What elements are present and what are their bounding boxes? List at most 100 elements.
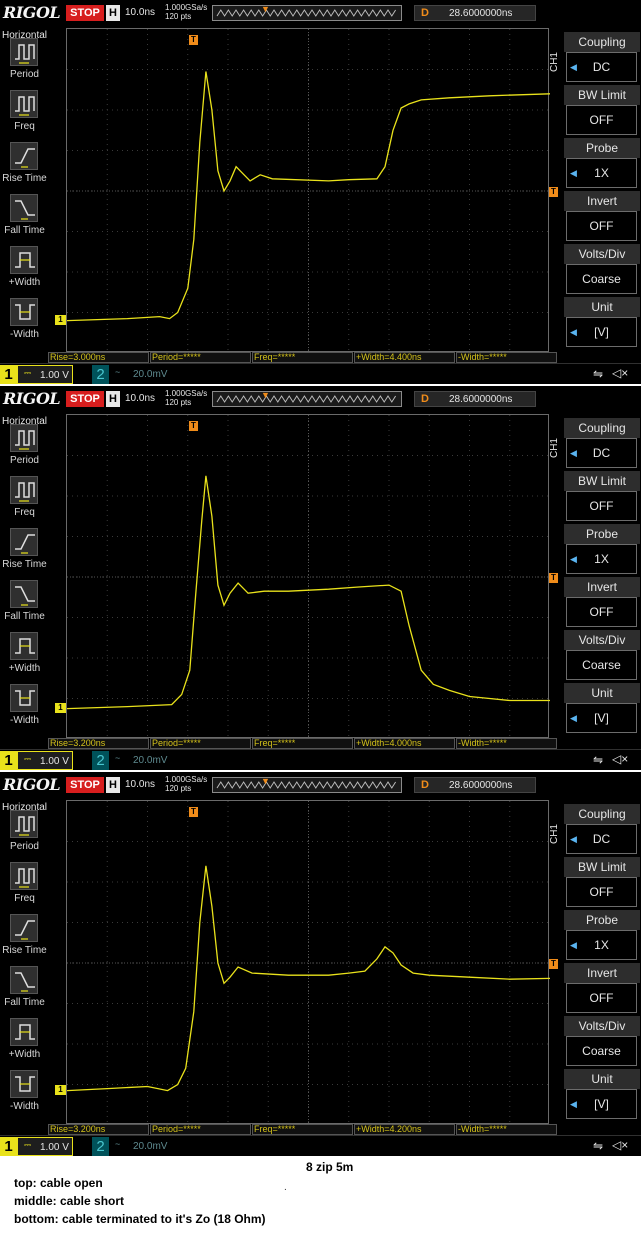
trigger-time-marker[interactable]: T [189,421,198,431]
menu-coupling[interactable]: Coupling ◀ DC [564,804,640,856]
menu-coupling[interactable]: Coupling ◀ DC [564,32,640,84]
trigger-time-marker[interactable]: T [189,807,198,817]
ch1-scale-box[interactable]: ⎓ 1.00 V [17,365,73,384]
measure-item-negative-width[interactable]: -Width [0,684,49,736]
menu-volts-div[interactable]: Volts/Div Coarse [564,630,640,682]
invert-value-box[interactable]: OFF [566,211,637,241]
menu-volts-div[interactable]: Volts/Div Coarse [564,1016,640,1068]
probe-value-box[interactable]: ◀ 1X [566,930,637,960]
ch1-scale-box[interactable]: ⎓ 1.00 V [17,751,73,770]
measure-item-freq[interactable]: Freq [0,862,49,914]
run-stop-status[interactable]: STOP [66,391,104,407]
timebase-value[interactable]: 10.0ns [125,7,155,18]
volts-div-value-box[interactable]: Coarse [566,650,637,680]
measurement-result[interactable]: Period=***** [150,738,251,749]
measurement-result[interactable]: -Width=***** [456,738,557,749]
delay-display[interactable]: D 28.6000000ns [414,777,536,793]
menu-probe[interactable]: Probe ◀ 1X [564,138,640,190]
ch1-ground-marker[interactable]: 1 [55,1084,66,1095]
measurement-result[interactable]: Rise=3.200ns [48,1124,149,1135]
ch2-indicator[interactable]: 2 [92,1137,109,1156]
bw-limit-value-box[interactable]: OFF [566,105,637,135]
unit-value-box[interactable]: ◀ [V] [566,1089,637,1119]
measure-item-positive-width[interactable]: +Width [0,1018,49,1070]
measurement-result[interactable]: +Width=4.000ns [354,738,455,749]
trigger-level-marker[interactable]: T [549,573,558,584]
waveform-display-grid[interactable] [66,800,550,1125]
invert-value-box[interactable]: OFF [566,597,637,627]
measure-item-positive-width[interactable]: +Width [0,632,49,684]
waveform-display-grid[interactable] [66,28,550,353]
measure-item-negative-width[interactable]: -Width [0,298,49,350]
trigger-level-marker[interactable]: T [549,959,558,970]
volts-div-value-box[interactable]: Coarse [566,1036,637,1066]
speaker-muted-icon[interactable]: ◁× [612,1138,628,1152]
probe-value-box[interactable]: ◀ 1X [566,544,637,574]
coupling-value-box[interactable]: ◀ DC [566,438,637,468]
measurement-result[interactable]: -Width=***** [456,1124,557,1135]
measure-item-period[interactable]: Period [0,424,49,476]
measure-item-rise-time[interactable]: Rise Time [0,142,49,194]
measure-item-negative-width[interactable]: -Width [0,1070,49,1122]
menu-probe[interactable]: Probe ◀ 1X [564,524,640,576]
probe-value-box[interactable]: ◀ 1X [566,158,637,188]
measure-item-freq[interactable]: Freq [0,90,49,142]
measure-item-fall-time[interactable]: Fall Time [0,966,49,1018]
measurement-result[interactable]: Rise=3.200ns [48,738,149,749]
measure-item-rise-time[interactable]: Rise Time [0,528,49,580]
bw-limit-value-box[interactable]: OFF [566,877,637,907]
ch1-scale-box[interactable]: ⎓ 1.00 V [17,1137,73,1156]
measurement-result[interactable]: Freq=***** [252,1124,353,1135]
menu-unit[interactable]: Unit ◀ [V] [564,683,640,735]
bw-limit-value-box[interactable]: OFF [566,491,637,521]
measurement-result[interactable]: Period=***** [150,352,251,363]
measurement-result[interactable]: Rise=3.000ns [48,352,149,363]
measure-item-positive-width[interactable]: +Width [0,246,49,298]
measure-item-fall-time[interactable]: Fall Time [0,194,49,246]
trigger-level-marker[interactable]: T [549,187,558,198]
coupling-value-box[interactable]: ◀ DC [566,52,637,82]
invert-value-box[interactable]: OFF [566,983,637,1013]
ch2-indicator[interactable]: 2 [92,365,109,384]
delay-display[interactable]: D 28.6000000ns [414,5,536,21]
menu-coupling[interactable]: Coupling ◀ DC [564,418,640,470]
menu-invert[interactable]: Invert OFF [564,963,640,1015]
unit-value-box[interactable]: ◀ [V] [566,317,637,347]
ch1-ground-marker[interactable]: 1 [55,702,66,713]
trigger-time-marker[interactable]: T [189,35,198,45]
menu-invert[interactable]: Invert OFF [564,577,640,629]
ch1-indicator[interactable]: 1 [0,751,17,770]
run-stop-status[interactable]: STOP [66,777,104,793]
measurement-result[interactable]: Freq=***** [252,352,353,363]
measure-item-period[interactable]: Period [0,38,49,90]
menu-unit[interactable]: Unit ◀ [V] [564,297,640,349]
volts-div-value-box[interactable]: Coarse [566,264,637,294]
speaker-muted-icon[interactable]: ◁× [612,752,628,766]
timebase-value[interactable]: 10.0ns [125,779,155,790]
measurement-result[interactable]: Period=***** [150,1124,251,1135]
waveform-display-grid[interactable] [66,414,550,739]
menu-volts-div[interactable]: Volts/Div Coarse [564,244,640,296]
menu-unit[interactable]: Unit ◀ [V] [564,1069,640,1121]
unit-value-box[interactable]: ◀ [V] [566,703,637,733]
coupling-value-box[interactable]: ◀ DC [566,824,637,854]
measurement-result[interactable]: Freq=***** [252,738,353,749]
menu-probe[interactable]: Probe ◀ 1X [564,910,640,962]
timebase-value[interactable]: 10.0ns [125,393,155,404]
menu-invert[interactable]: Invert OFF [564,191,640,243]
menu-bw-limit[interactable]: BW Limit OFF [564,85,640,137]
measure-item-period[interactable]: Period [0,810,49,862]
menu-bw-limit[interactable]: BW Limit OFF [564,471,640,523]
ch1-ground-marker[interactable]: 1 [55,314,66,325]
delay-display[interactable]: D 28.6000000ns [414,391,536,407]
run-stop-status[interactable]: STOP [66,5,104,21]
speaker-muted-icon[interactable]: ◁× [612,366,628,380]
measurement-result[interactable]: +Width=4.200ns [354,1124,455,1135]
measure-item-freq[interactable]: Freq [0,476,49,528]
measurement-result[interactable]: -Width=***** [456,352,557,363]
measure-item-rise-time[interactable]: Rise Time [0,914,49,966]
ch1-indicator[interactable]: 1 [0,1137,17,1156]
measurement-result[interactable]: +Width=4.400ns [354,352,455,363]
menu-bw-limit[interactable]: BW Limit OFF [564,857,640,909]
measure-item-fall-time[interactable]: Fall Time [0,580,49,632]
